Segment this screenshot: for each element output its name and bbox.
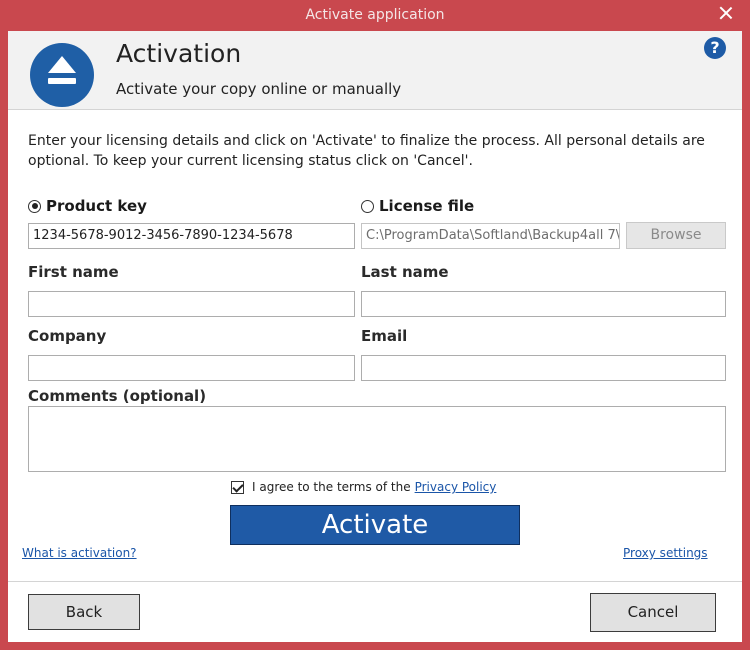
window-title: Activate application	[305, 7, 445, 23]
browse-button: Browse	[626, 222, 726, 249]
first-name-field[interactable]	[28, 291, 355, 317]
dialog-client-area: Activation Activate your copy online or …	[8, 31, 742, 642]
proxy-settings-link[interactable]: Proxy settings	[623, 546, 708, 560]
last-name-field[interactable]	[361, 291, 726, 317]
title-bar: Activate application	[0, 0, 750, 32]
privacy-agreement: I agree to the terms of the Privacy Poli…	[231, 480, 496, 494]
comments-label: Comments (optional)	[28, 387, 207, 405]
eject-logo-icon	[30, 43, 94, 107]
radio-product-key-indicator[interactable]	[28, 199, 41, 213]
cancel-button[interactable]: Cancel	[590, 593, 716, 632]
company-label: Company	[28, 327, 107, 345]
email-label: Email	[361, 327, 408, 345]
intro-text: Enter your licensing details and click o…	[28, 133, 705, 169]
comments-textarea[interactable]	[28, 406, 726, 472]
help-icon[interactable]: ?	[704, 37, 726, 59]
product-key-radio[interactable]: Product key	[28, 197, 147, 215]
back-button[interactable]: Back	[28, 594, 140, 630]
license-file-label: License file	[379, 197, 475, 215]
page-title: Activation	[116, 39, 242, 68]
license-file-path-input: C:\ProgramData\Softland\Backup4all 7\Lic…	[361, 223, 620, 249]
privacy-policy-link[interactable]: Privacy Policy	[415, 480, 497, 494]
activate-application-window: Activate application Activation Activate…	[0, 0, 750, 650]
company-field[interactable]	[28, 355, 355, 381]
radio-license-file-indicator[interactable]	[361, 199, 374, 213]
close-icon[interactable]	[719, 6, 733, 20]
agree-checkbox[interactable]	[231, 480, 244, 494]
what-is-activation-link[interactable]: What is activation?	[22, 546, 137, 560]
footer-bar: Back Cancel	[8, 581, 742, 642]
page-subtitle: Activate your copy online or manually	[116, 80, 402, 98]
product-key-input[interactable]: 1234-5678-9012-3456-7890-1234-5678	[28, 223, 355, 249]
product-key-label: Product key	[46, 197, 147, 215]
header-panel: Activation Activate your copy online or …	[8, 31, 742, 110]
last-name-label: Last name	[361, 263, 449, 281]
activate-button[interactable]: Activate	[230, 505, 520, 545]
email-field[interactable]	[361, 355, 726, 381]
agree-text: I agree to the terms of the	[252, 480, 411, 494]
first-name-label: First name	[28, 263, 119, 281]
license-file-radio[interactable]: License file	[361, 197, 474, 215]
